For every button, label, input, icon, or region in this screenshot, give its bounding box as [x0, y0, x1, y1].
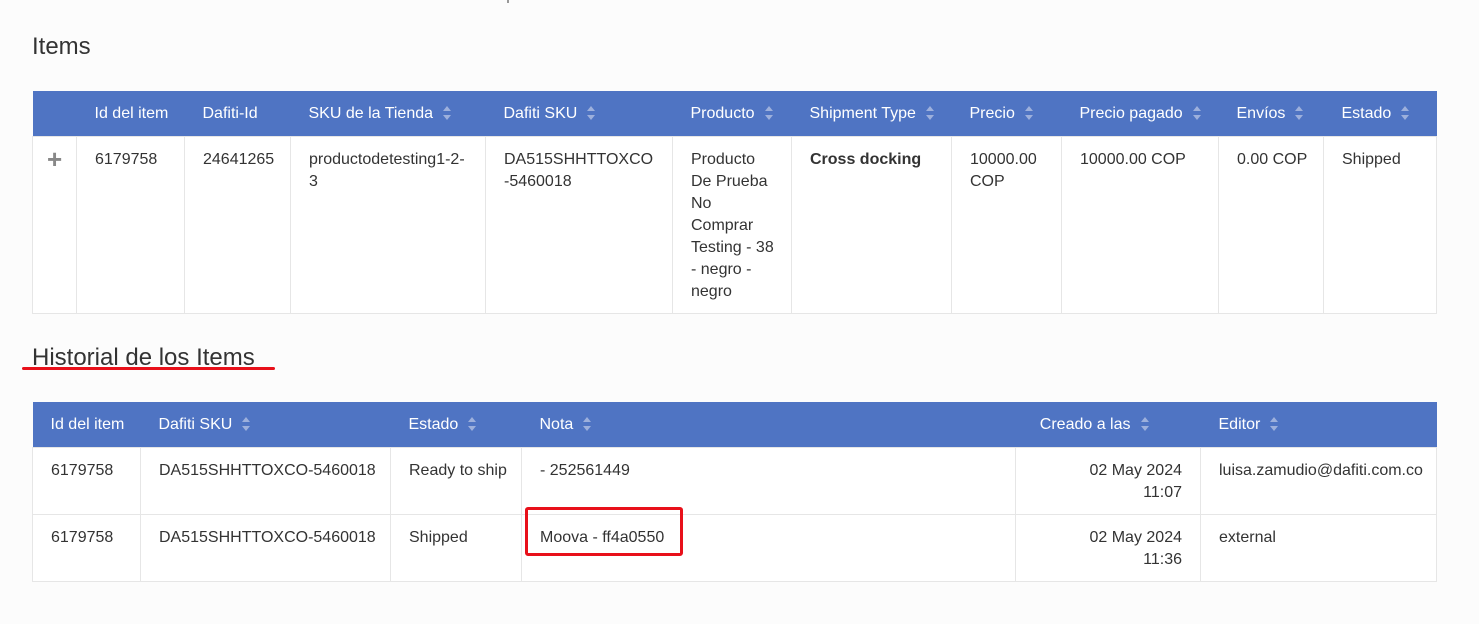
history-table: Id del item Dafiti SKU Estado Nota Cread…	[32, 402, 1437, 582]
sort-icon[interactable]	[1140, 417, 1149, 432]
history-dafiti-sku-cell: DA515SHHTTOXCO-5460018	[140, 514, 391, 582]
annotation-highlight-box	[525, 507, 683, 556]
items-table: Id del item Dafiti-Id SKU de la Tienda D…	[32, 91, 1437, 314]
col-header-sku-tienda[interactable]: SKU de la Tienda	[290, 91, 486, 137]
shipment-type-cell: Cross docking	[791, 136, 952, 314]
sort-icon[interactable]	[764, 106, 773, 121]
col-header-id[interactable]: Id del item	[76, 91, 185, 137]
col-header-shipment-type[interactable]: Shipment Type	[791, 91, 952, 137]
col-header-precio-pagado[interactable]: Precio pagado	[1061, 91, 1219, 137]
history-id-cell: 6179758	[32, 447, 141, 515]
history-header-row: Id del item Dafiti SKU Estado Nota Cread…	[32, 402, 1437, 448]
created-date: 02 May 2024	[1089, 529, 1182, 546]
sort-icon[interactable]	[925, 106, 934, 121]
sort-icon[interactable]	[587, 106, 596, 121]
table-row: + 6179758 24641265 productodetesting1-2-…	[32, 136, 1437, 314]
history-editor-cell: external	[1200, 514, 1437, 582]
col-header-estado[interactable]: Estado	[1323, 91, 1437, 137]
sort-icon[interactable]	[1270, 417, 1279, 432]
sku-tienda-cell: productodetesting1-2-3	[290, 136, 486, 314]
col-header-precio[interactable]: Precio	[951, 91, 1062, 137]
col-header-editor[interactable]: Editor	[1200, 402, 1437, 448]
col-header-creado[interactable]: Creado a las	[1015, 402, 1201, 448]
precio-cell: 10000.00 COP	[951, 136, 1062, 314]
col-header-envios[interactable]: Envíos	[1218, 91, 1324, 137]
col-header-dafiti-id[interactable]: Dafiti-Id	[184, 91, 291, 137]
items-title: Items	[32, 33, 91, 60]
expand-cell[interactable]: +	[32, 136, 77, 314]
created-date: 02 May 2024	[1089, 462, 1182, 479]
col-header-estado[interactable]: Estado	[390, 402, 522, 448]
history-creado-cell: 02 May 2024 11:07	[1015, 447, 1201, 515]
col-header-producto[interactable]: Producto	[672, 91, 792, 137]
dafiti-sku-cell: DA515SHHTTOXCO-5460018	[485, 136, 673, 314]
sort-icon[interactable]	[242, 417, 251, 432]
col-header-dafiti-sku[interactable]: Dafiti SKU	[485, 91, 673, 137]
sort-icon[interactable]	[1024, 106, 1033, 121]
producto-cell: Producto De Prueba No Comprar Testing - …	[672, 136, 792, 314]
created-time: 11:36	[1143, 551, 1182, 568]
sort-icon[interactable]	[468, 417, 477, 432]
sort-icon[interactable]	[443, 106, 452, 121]
sort-icon[interactable]	[1401, 106, 1410, 121]
history-editor-cell: luisa.zamudio@dafiti.com.co	[1200, 447, 1437, 515]
sort-icon[interactable]	[583, 417, 592, 432]
estado-cell: Shipped	[1323, 136, 1437, 314]
history-dafiti-sku-cell: DA515SHHTTOXCO-5460018	[140, 447, 391, 515]
top-divider-mark	[507, 0, 509, 3]
history-id-cell: 6179758	[32, 514, 141, 582]
plus-icon[interactable]: +	[47, 144, 62, 174]
expand-column-header	[32, 91, 77, 137]
sort-icon[interactable]	[1192, 106, 1201, 121]
envios-cell: 0.00 COP	[1218, 136, 1324, 314]
dafiti-id-cell: 24641265	[184, 136, 291, 314]
table-row: 6179758 DA515SHHTTOXCO-5460018 Ready to …	[32, 447, 1437, 515]
history-creado-cell: 02 May 2024 11:36	[1015, 514, 1201, 582]
items-header-row: Id del item Dafiti-Id SKU de la Tienda D…	[32, 91, 1437, 137]
created-time: 11:07	[1143, 484, 1182, 501]
history-estado-cell: Ready to ship	[390, 447, 522, 515]
history-nota-cell: - 252561449	[521, 447, 1016, 515]
sort-icon[interactable]	[1295, 106, 1304, 121]
history-estado-cell: Shipped	[390, 514, 522, 582]
item-id-cell: 6179758	[76, 136, 185, 314]
col-header-id[interactable]: Id del item	[32, 402, 141, 448]
precio-pagado-cell: 10000.00 COP	[1061, 136, 1219, 314]
annotation-underline	[22, 367, 275, 370]
table-row: 6179758 DA515SHHTTOXCO-5460018 Shipped M…	[32, 514, 1437, 582]
col-header-nota[interactable]: Nota	[521, 402, 1016, 448]
col-header-dafiti-sku[interactable]: Dafiti SKU	[140, 402, 391, 448]
